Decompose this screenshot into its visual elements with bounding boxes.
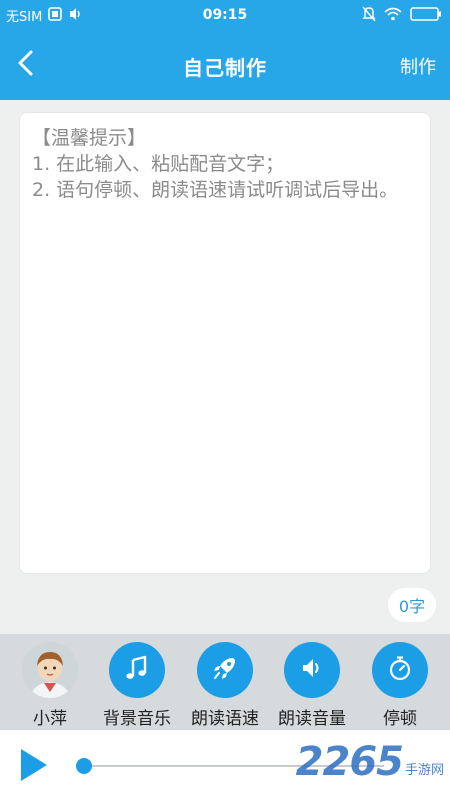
background-music-button[interactable]: 背景音乐 xyxy=(94,642,180,729)
bottom-toolbar: 小萍 背景音乐 朗读语速 朗读音量 停顿 xyxy=(0,634,450,730)
pause-insert-circle xyxy=(372,642,428,698)
mute-bell-icon xyxy=(362,6,376,26)
rocket-icon xyxy=(211,654,239,686)
reading-speed-label: 朗读语速 xyxy=(191,709,259,729)
progress-knob[interactable] xyxy=(76,758,92,774)
word-count-badge: 0字 xyxy=(388,588,436,622)
wifi-icon xyxy=(384,7,402,25)
play-icon xyxy=(18,749,50,787)
background-music-circle xyxy=(109,642,165,698)
battery-icon xyxy=(410,7,442,25)
play-button[interactable] xyxy=(18,747,50,783)
avatar xyxy=(22,642,78,698)
reading-volume-circle xyxy=(284,642,340,698)
reading-volume-button[interactable]: 朗读音量 xyxy=(269,642,355,729)
music-note-icon xyxy=(123,654,151,686)
watermark-number: 2265 xyxy=(295,739,404,785)
nav-bar: 自己制作 制作 xyxy=(0,30,450,100)
text-editor xyxy=(19,112,431,574)
speaker-icon xyxy=(298,654,326,686)
status-bar: 无SIM 09:15 xyxy=(0,0,450,30)
pause-insert-button[interactable]: 停顿 xyxy=(357,642,443,729)
stopwatch-icon xyxy=(386,654,414,686)
reading-speed-button[interactable]: 朗读语速 xyxy=(182,642,268,729)
background-music-label: 背景音乐 xyxy=(103,709,171,729)
watermark-text: 手游网 xyxy=(404,763,444,778)
status-right xyxy=(362,6,442,26)
voice-label: 小萍 xyxy=(33,709,67,729)
watermark-logo: 2265 手游网 xyxy=(296,740,444,784)
page-title: 自己制作 xyxy=(183,56,267,80)
reading-speed-circle xyxy=(197,642,253,698)
make-button[interactable]: 制作 xyxy=(400,53,436,79)
voice-select-button[interactable]: 小萍 xyxy=(7,642,93,729)
reading-volume-label: 朗读音量 xyxy=(278,709,346,729)
pause-insert-label: 停顿 xyxy=(383,709,417,729)
dubbing-text-input[interactable] xyxy=(20,113,430,573)
